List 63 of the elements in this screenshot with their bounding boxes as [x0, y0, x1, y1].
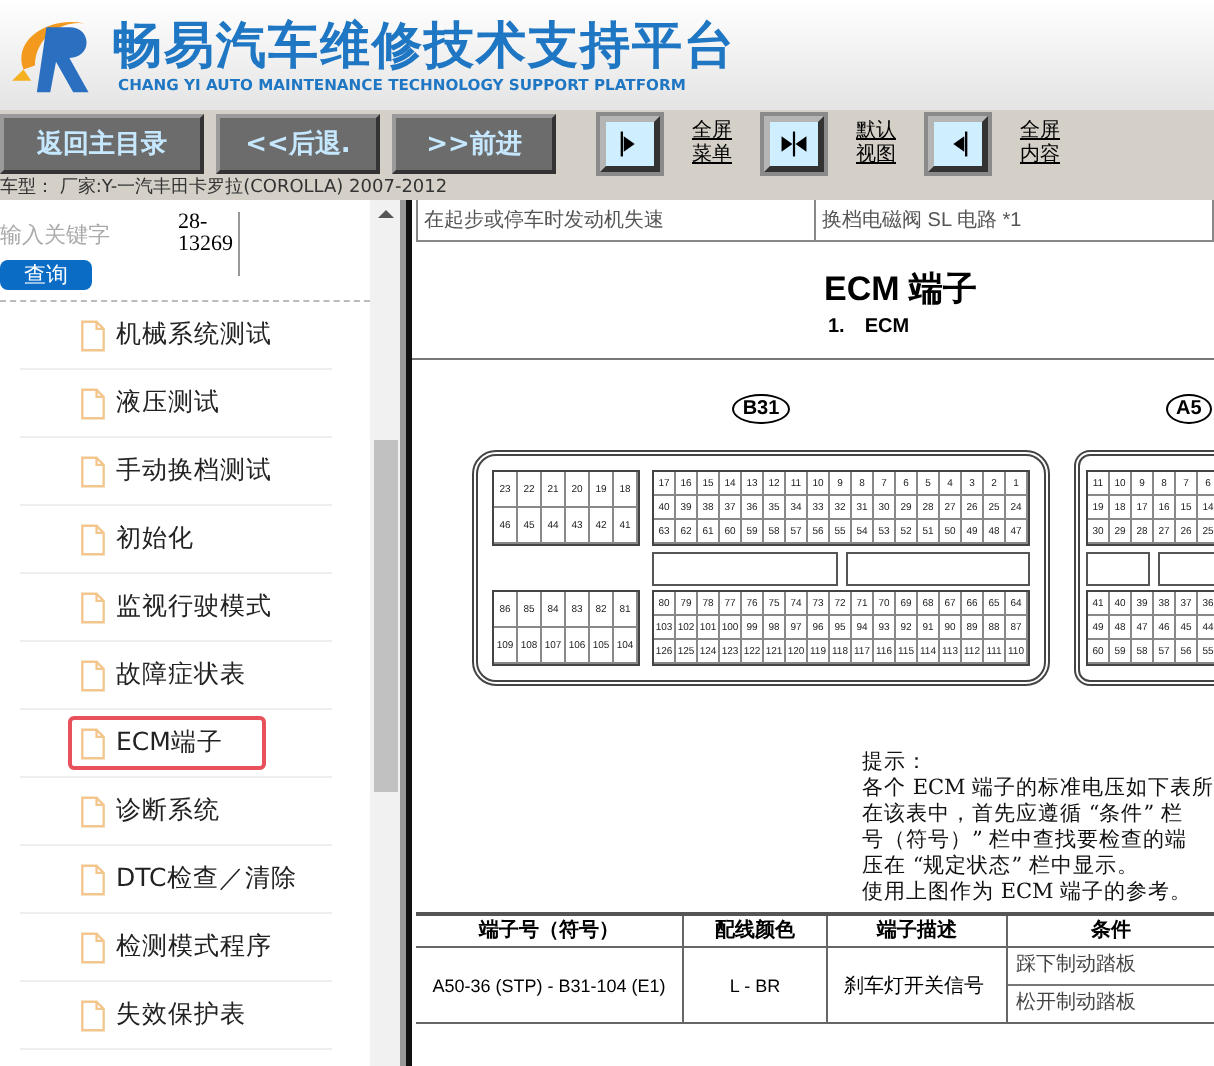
- document-icon: [80, 727, 106, 759]
- connector-label: A5: [1166, 394, 1212, 424]
- view-link[interactable]: 全屏 内容: [1020, 120, 1060, 168]
- table-cell-text: 踩下制动踏板: [1014, 951, 1138, 980]
- scrollbar[interactable]: [370, 200, 400, 1066]
- menu-item[interactable]: 液压测试: [68, 376, 232, 430]
- code-text: 28- 13269: [178, 212, 239, 276]
- scroll-up-icon[interactable]: [377, 208, 393, 220]
- menu-item[interactable]: 手动换档测试: [68, 444, 284, 498]
- menu-item[interactable]: DTC检查／清除: [68, 852, 309, 906]
- document-icon: [80, 931, 106, 963]
- table-cell: A50-36 (STP) - B31-104 (E1): [416, 948, 684, 1022]
- hint-text: 在该表中，首先应遵循 “条件” 栏: [862, 802, 1185, 828]
- hint-text: 使用上图作为 ECM 端子的参考。: [862, 880, 1195, 906]
- search-button[interactable]: 查询: [0, 260, 92, 290]
- column-header: 条件: [1089, 917, 1133, 946]
- document-icon: [80, 795, 106, 827]
- menu-item[interactable]: 检测模式程序: [68, 920, 284, 974]
- column-header: 配线颜色: [684, 916, 828, 946]
- column-header: 端子描述: [828, 916, 1008, 946]
- connector-slot: [1086, 551, 1150, 585]
- document-icon: [80, 387, 106, 419]
- hint-text: 压在 “规定状态” 栏中显示。: [862, 854, 1141, 880]
- view-link[interactable]: 默认 视图: [856, 120, 896, 168]
- document-icon: [80, 455, 106, 487]
- arrows-inward-icon: [780, 126, 808, 162]
- table-cell: 刹车灯开关信号: [828, 948, 1008, 1022]
- nav-button[interactable]: 返回主目录: [0, 114, 204, 174]
- document-icon: [80, 523, 106, 555]
- table-cell-text: 换档电磁阀 SL 电路 *1: [820, 207, 1022, 236]
- document-icon: [80, 319, 106, 351]
- hint-text: 各个 ECM 端子的标准电压如下表所: [862, 776, 1214, 802]
- layout-toggle-button[interactable]: [600, 116, 660, 172]
- menu-item[interactable]: 诊断系统: [68, 784, 232, 838]
- car-model-text: 车型： 厂家:Y-一汽丰田卡罗拉(COROLLA) 2007-2012: [0, 178, 1214, 200]
- document-icon: [80, 863, 106, 895]
- section-heading: ECM 端子: [824, 270, 979, 310]
- layout-toggle-button[interactable]: [928, 116, 988, 172]
- hint-text: 提示：: [862, 750, 930, 776]
- list-number: 1.: [828, 316, 845, 338]
- nav-button[interactable]: <<后退.: [216, 114, 380, 174]
- connector-label: B31: [732, 394, 790, 424]
- document-icon: [80, 659, 106, 691]
- menu-item[interactable]: 失效保护表: [68, 988, 258, 1042]
- connector-slot: [1158, 551, 1214, 585]
- layout-toggle-button[interactable]: [764, 116, 824, 172]
- column-header: 端子号（符号）: [416, 916, 684, 946]
- subsection-heading: ECM: [864, 316, 910, 338]
- menu-item[interactable]: 初始化: [68, 512, 206, 566]
- table-cell: 松开制动踏板: [1008, 984, 1214, 1022]
- nav-button[interactable]: >>前进: [392, 114, 556, 174]
- table-cell: 在起步或停车时发动机失速: [418, 200, 816, 240]
- menu-item[interactable]: 机械系统测试: [68, 308, 284, 362]
- scrollbar-thumb[interactable]: [374, 440, 398, 792]
- site-title: 畅易汽车维修技术支持平台: [112, 16, 736, 76]
- view-link[interactable]: 全屏 菜单: [692, 120, 732, 168]
- menu-item[interactable]: 故障症状表: [68, 648, 258, 702]
- document-icon: [80, 591, 106, 623]
- document-icon: [80, 999, 106, 1031]
- menu-item[interactable]: 监视行驶模式: [68, 580, 284, 634]
- menu-item[interactable]: ECM端子: [68, 716, 267, 770]
- hint-text: 号（符号）” 栏中查找要检查的端: [862, 828, 1190, 854]
- table-cell: L - BR: [684, 948, 828, 1022]
